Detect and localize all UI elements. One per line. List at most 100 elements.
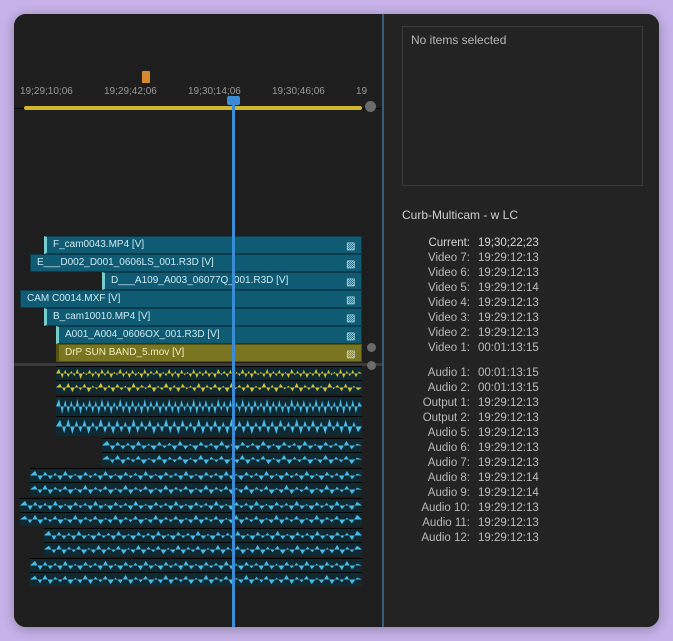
tc-value: 19:29:12:14 bbox=[478, 486, 539, 501]
tc-value: 19:29:12:13 bbox=[478, 531, 539, 546]
audio-clip[interactable] bbox=[30, 482, 362, 496]
fx-badge-icon: ▨ bbox=[346, 293, 358, 305]
tc-value: 19:29:12:13 bbox=[478, 441, 539, 456]
fx-badge-icon: ▨ bbox=[346, 275, 358, 287]
tc-label: Video 3: bbox=[402, 311, 478, 326]
tc-audio-row: Audio 10:19:29:12:13 bbox=[402, 501, 643, 516]
audio-clip[interactable] bbox=[56, 396, 362, 416]
clip-video-2[interactable]: A001_A004_0606OX_001.R3D [V] ▨ bbox=[56, 326, 362, 344]
tc-video-row: Video 1:00:01:13:15 bbox=[402, 341, 643, 356]
timeline-panel[interactable]: 19;29;10;06 19;29;42;06 19;30;14;06 19;3… bbox=[14, 14, 384, 627]
audio-clip[interactable] bbox=[44, 542, 362, 556]
clip-video-4[interactable]: CAM C0014.MXF [V] ▨ bbox=[20, 290, 362, 308]
tc-video-row: Video 4:19:29:12:13 bbox=[402, 296, 643, 311]
audio-clip[interactable] bbox=[44, 528, 362, 542]
audio-clip[interactable] bbox=[30, 468, 362, 482]
tc-label: Audio 5: bbox=[402, 426, 478, 441]
tc-video-row: Video 6:19:29:12:13 bbox=[402, 266, 643, 281]
clip-label: D___A109_A003_06077Q_001.R3D [V] bbox=[111, 275, 288, 286]
source-sequence-name: Curb-Multicam - w LC bbox=[402, 208, 643, 222]
ruler-tick: 19;29;10;06 bbox=[20, 86, 73, 97]
tc-row-current: Current: 19;30;22;23 bbox=[402, 236, 643, 251]
audio-clip[interactable] bbox=[56, 366, 362, 380]
tc-value: 19:29:12:14 bbox=[478, 281, 539, 296]
tc-video-row: Video 3:19:29:12:13 bbox=[402, 311, 643, 326]
ruler-tick: 19;30;46;06 bbox=[272, 86, 325, 97]
ruler-tick: 19;29;42;06 bbox=[104, 86, 157, 97]
clip-label: E___D002_D001_0606LS_001.R3D [V] bbox=[37, 257, 214, 268]
tracks-area[interactable]: F_cam0043.MP4 [V] ▨ E___D002_D001_0606LS… bbox=[14, 110, 382, 627]
fx-badge-icon: ▨ bbox=[346, 239, 358, 251]
tc-value: 00:01:13:15 bbox=[478, 366, 539, 381]
tc-audio-row: Output 1:19:29:12:13 bbox=[402, 396, 643, 411]
clip-label: F_cam0043.MP4 [V] bbox=[53, 239, 144, 250]
tc-audio-row: Audio 5:19:29:12:13 bbox=[402, 426, 643, 441]
tc-label: Video 7: bbox=[402, 251, 478, 266]
tc-label: Output 1: bbox=[402, 396, 478, 411]
tc-value: 19:29:12:13 bbox=[478, 251, 539, 266]
timecode-list: Current: 19;30;22;23 Video 7:19:29:12:13… bbox=[402, 236, 643, 546]
audio-clip[interactable] bbox=[56, 380, 362, 394]
fx-badge-icon: ▨ bbox=[346, 311, 358, 323]
tc-video-row: Video 2:19:29:12:13 bbox=[402, 326, 643, 341]
audio-clip[interactable] bbox=[30, 572, 362, 586]
audio-clip[interactable] bbox=[30, 558, 362, 572]
audio-clip[interactable] bbox=[20, 512, 362, 526]
clip-label: A001_A004_0606OX_001.R3D [V] bbox=[65, 329, 220, 340]
in-point-marker-icon[interactable] bbox=[141, 70, 151, 84]
fx-badge-icon: ▨ bbox=[346, 347, 358, 359]
fx-badge-icon: ▨ bbox=[346, 329, 358, 341]
tc-label: Current: bbox=[402, 236, 478, 251]
tc-label: Audio 2: bbox=[402, 381, 478, 396]
tc-value: 19:29:12:13 bbox=[478, 296, 539, 311]
timeline-ruler-region[interactable]: 19;29;10;06 19;29;42;06 19;30;14;06 19;3… bbox=[14, 14, 382, 109]
selection-info-box: No items selected bbox=[402, 26, 643, 186]
clip-video-1[interactable]: DrP SUN BAND_5.mov [V] ▨ bbox=[56, 344, 362, 362]
tc-video-row: Video 7:19:29:12:13 bbox=[402, 251, 643, 266]
fx-badge-icon: ▨ bbox=[346, 257, 358, 269]
info-panel: No items selected Curb-Multicam - w LC C… bbox=[384, 14, 659, 627]
tc-label: Audio 1: bbox=[402, 366, 478, 381]
clip-label: DrP SUN BAND_5.mov [V] bbox=[65, 347, 184, 358]
tc-audio-row: Output 2:19:29:12:13 bbox=[402, 411, 643, 426]
tc-label: Output 2: bbox=[402, 411, 478, 426]
audio-clip[interactable] bbox=[20, 498, 362, 512]
tc-audio-row: Audio 6:19:29:12:13 bbox=[402, 441, 643, 456]
tc-value: 00:01:13:15 bbox=[478, 341, 539, 356]
tc-value: 19:29:12:13 bbox=[478, 411, 539, 426]
tc-label: Video 1: bbox=[402, 341, 478, 356]
playhead[interactable] bbox=[233, 96, 234, 627]
tc-label: Video 5: bbox=[402, 281, 478, 296]
audio-clip[interactable] bbox=[56, 416, 362, 436]
tc-label: Video 2: bbox=[402, 326, 478, 341]
clip-video-6[interactable]: E___D002_D001_0606LS_001.R3D [V] ▨ bbox=[30, 254, 362, 272]
tc-value: 19:29:12:13 bbox=[478, 326, 539, 341]
tc-audio-row: Audio 9:19:29:12:14 bbox=[402, 486, 643, 501]
app-window: 19;29;10;06 19;29;42;06 19;30;14;06 19;3… bbox=[14, 14, 659, 627]
tc-audio-row: Audio 7:19:29:12:13 bbox=[402, 456, 643, 471]
tc-value: 19:29:12:13 bbox=[478, 456, 539, 471]
tc-label: Audio 8: bbox=[402, 471, 478, 486]
tc-value: 19:29:12:13 bbox=[478, 266, 539, 281]
no-selection-label: No items selected bbox=[411, 33, 506, 47]
tc-value: 19:29:12:13 bbox=[478, 501, 539, 516]
clip-video-7[interactable]: F_cam0043.MP4 [V] ▨ bbox=[44, 236, 362, 254]
tc-label: Audio 11: bbox=[402, 516, 478, 531]
tc-value: 00:01:13:15 bbox=[478, 381, 539, 396]
sync-lock-icon[interactable] bbox=[367, 343, 376, 352]
tc-value: 19:29:12:14 bbox=[478, 471, 539, 486]
tc-audio-row: Audio 8:19:29:12:14 bbox=[402, 471, 643, 486]
tc-value: 19:29:12:13 bbox=[478, 516, 539, 531]
tc-video-row: Video 5:19:29:12:14 bbox=[402, 281, 643, 296]
tc-label: Audio 9: bbox=[402, 486, 478, 501]
tc-value: 19:29:12:13 bbox=[478, 426, 539, 441]
sync-lock-icon[interactable] bbox=[367, 361, 376, 370]
tc-label: Audio 10: bbox=[402, 501, 478, 516]
tc-value: 19:29:12:13 bbox=[478, 396, 539, 411]
tc-label: Audio 12: bbox=[402, 531, 478, 546]
tc-value: 19:29:12:13 bbox=[478, 311, 539, 326]
tc-label: Video 6: bbox=[402, 266, 478, 281]
tc-audio-row: Audio 1:00:01:13:15 bbox=[402, 366, 643, 381]
tc-value: 19;30;22;23 bbox=[478, 236, 539, 251]
clip-video-3[interactable]: B_cam10010.MP4 [V] ▨ bbox=[44, 308, 362, 326]
